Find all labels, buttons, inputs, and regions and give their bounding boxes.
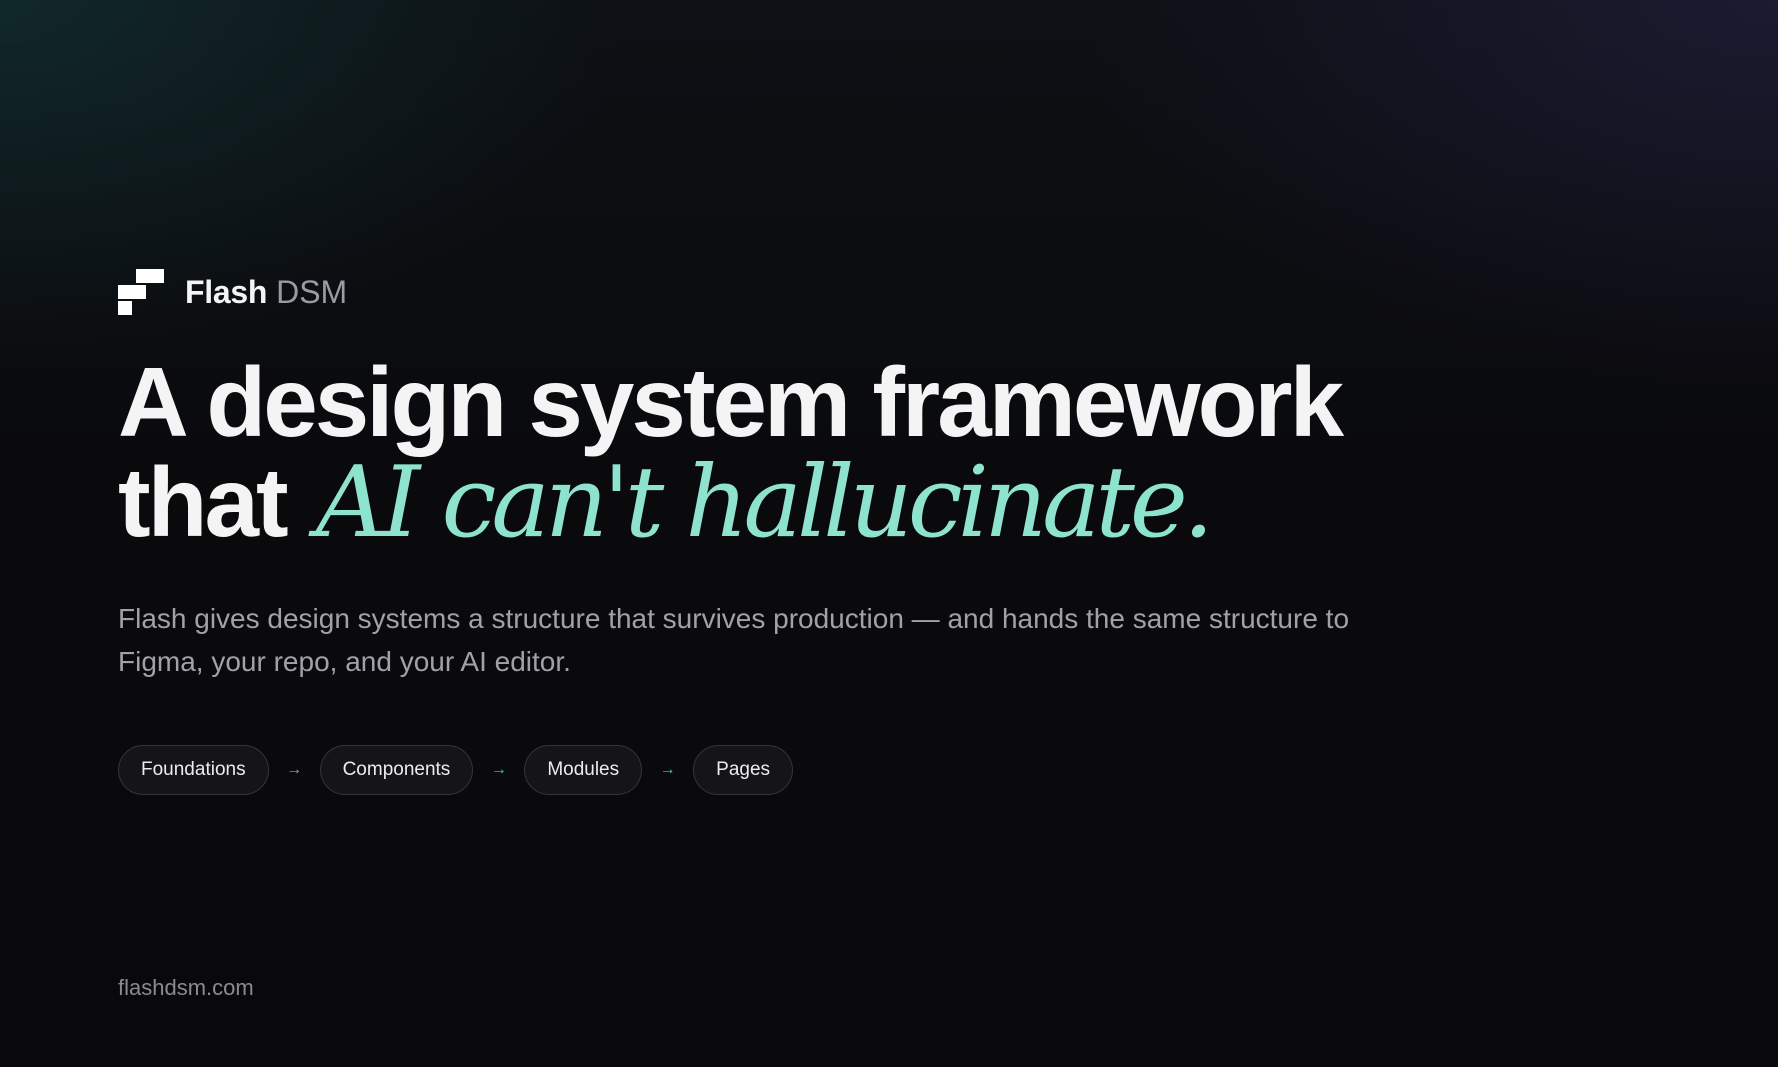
headline-prefix: that [118,447,289,557]
headline-accent: AI can't hallucinate. [315,446,1214,560]
headline: A design system framework that AI can't … [118,352,1518,553]
brand[interactable]: Flash DSM [118,268,1518,316]
subtitle: Flash gives design systems a structure t… [118,603,1350,677]
flash-logo-icon [118,269,164,315]
arrow-right-icon: → [490,761,507,778]
step-foundations[interactable]: Foundations [118,745,269,795]
brand-suffix: DSM [276,273,348,310]
step-modules[interactable]: Modules [524,745,643,795]
step-components[interactable]: Components [319,745,474,795]
hero-section: Flash DSM A design system framework that… [118,268,1518,795]
arrow-right-icon: → [659,761,676,778]
footer-url[interactable]: flashdsm.com [118,975,254,1001]
step-pages[interactable]: Pages [693,745,794,795]
headline-line-1: A design system framework [118,347,1344,457]
arrow-right-icon: → [286,761,303,778]
brand-name: Flash [185,273,268,310]
pipeline: Foundations → Components → Modules → Pag… [118,745,1518,795]
headline-line-2: that AI can't hallucinate. [118,452,1518,553]
